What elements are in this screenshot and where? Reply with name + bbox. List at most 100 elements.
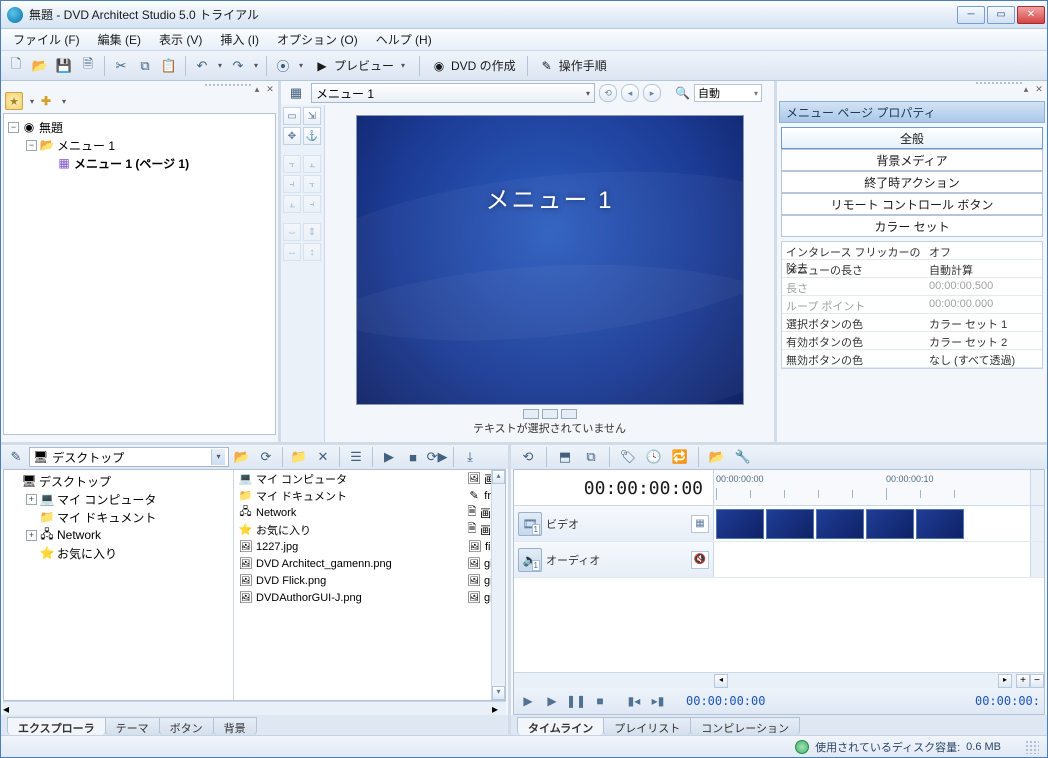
ex-stop-icon[interactable]: ■ <box>402 446 424 468</box>
tl-chapter-icon[interactable]: 🏷 <box>617 446 639 468</box>
align-bot-icon[interactable]: ⫞ <box>303 195 321 213</box>
explorer-tree-item[interactable]: +🖧Network <box>4 526 233 544</box>
refresh-icon[interactable]: ⟳ <box>255 446 277 468</box>
track-toggle-icon[interactable]: ▦ <box>691 515 709 533</box>
zoom-select[interactable]: 自動▾ <box>694 84 762 102</box>
scroll-right-icon[interactable]: ▸ <box>492 702 506 715</box>
video-track[interactable]: 🎞1 ビデオ ▦ <box>514 506 1044 542</box>
tree-root[interactable]: 無題 <box>39 119 63 136</box>
prop-tab-endaction[interactable]: 終了時アクション <box>781 171 1043 193</box>
nav-next-icon[interactable]: ▸ <box>643 84 661 102</box>
delete-icon[interactable]: ✕ <box>312 446 334 468</box>
size-tool-icon[interactable]: ⇲ <box>303 107 321 125</box>
menu-insert[interactable]: 挿入 (I) <box>212 29 267 50</box>
explorer-hscroll[interactable]: ◂ ▸ <box>3 701 506 715</box>
prop-val[interactable]: なし (すべて透過) <box>925 350 1042 367</box>
chevron-down-icon[interactable]: ▾ <box>586 89 590 98</box>
stop-icon[interactable]: ■ <box>590 692 610 710</box>
prev-icon[interactable]: ▮◂ <box>624 692 644 710</box>
prop-val[interactable]: 自動計算 <box>925 260 1042 277</box>
tree-expand-icon[interactable]: − <box>26 140 37 151</box>
tree-menu1[interactable]: メニュー 1 <box>57 137 115 154</box>
new-icon[interactable]: 🗋 <box>5 55 27 77</box>
zoom-out-icon[interactable]: − <box>1030 674 1044 688</box>
explorer-list[interactable]: 💻マイ コンピュータ📁マイ ドキュメント🖧Network⭐お気に入り🖼1227.… <box>234 470 505 700</box>
timeline-ruler[interactable]: 00:00:00:00 00:00:00:10 <box>714 470 1030 505</box>
tl-clock-icon[interactable]: 🕓 <box>643 446 665 468</box>
same-h-icon[interactable]: ↕ <box>303 243 321 261</box>
tl-marker-icon[interactable]: ⬒ <box>554 446 576 468</box>
tree-expand-icon[interactable]: + <box>26 494 37 505</box>
tab-playlist[interactable]: プレイリスト <box>603 717 691 735</box>
project-tree[interactable]: − ◉ 無題 − 📂 メニュー 1 ▦ メニュー 1 (ページ 1) <box>3 113 276 435</box>
scroll-down-icon[interactable]: ▾ <box>492 686 505 700</box>
slide-handle[interactable] <box>561 409 577 419</box>
list-item[interactable]: 🖼1227.jpg <box>234 538 463 555</box>
timeline-vscroll[interactable] <box>1030 470 1044 505</box>
nav-tool-icon[interactable]: ✥ <box>283 127 301 145</box>
tab-explorer[interactable]: エクスプローラ <box>7 717 106 735</box>
explorer-tree-item[interactable]: ⭐お気に入り <box>4 544 233 562</box>
nav-up-icon[interactable]: ⟲ <box>599 84 617 102</box>
nav-prev-icon[interactable]: ◂ <box>621 84 639 102</box>
menu-view[interactable]: 表示 (V) <box>151 29 210 50</box>
list-item[interactable]: ⭐お気に入り <box>234 521 463 538</box>
align-left-icon[interactable]: ⫟ <box>283 155 301 173</box>
prop-val[interactable]: カラー セット 2 <box>925 332 1042 349</box>
mute-icon[interactable]: 🔇 <box>691 551 709 569</box>
tab-compilation[interactable]: コンピレーション <box>690 717 800 735</box>
pane-maximize-icon[interactable]: ▴ <box>1020 83 1032 95</box>
scroll-right-icon[interactable]: ▸ <box>998 674 1012 688</box>
pane-maximize-icon[interactable]: ▴ <box>251 83 263 95</box>
up-folder-icon[interactable]: 📂 <box>231 446 253 468</box>
select-tool-icon[interactable]: ▭ <box>283 107 301 125</box>
explorer-path[interactable]: 🖥 デスクトップ ▾ <box>29 447 229 467</box>
tab-background[interactable]: 背景 <box>213 717 257 735</box>
same-w-icon[interactable]: ↔ <box>283 243 301 261</box>
anchor-tool-icon[interactable]: ⚓ <box>303 127 321 145</box>
video-clip[interactable] <box>714 509 966 539</box>
redo-dropdown[interactable]: ▾ <box>251 61 261 70</box>
breadcrumb[interactable]: メニュー 1 ▾ <box>311 83 595 103</box>
tl-snap-icon[interactable]: ⟲ <box>517 446 539 468</box>
tl-open-icon[interactable]: 📂 <box>706 446 728 468</box>
list-item[interactable]: 🖼fi <box>463 538 491 555</box>
audio-track[interactable]: 🔈1 オーディオ 🔇 <box>514 542 1044 578</box>
external-preview-dropdown[interactable]: ▾ <box>296 61 306 70</box>
align-right-icon[interactable]: ⫞ <box>283 175 301 193</box>
preview-tool-icon[interactable]: ▦ <box>285 82 307 104</box>
menu-edit[interactable]: 編集 (E) <box>90 29 149 50</box>
resize-grip[interactable] <box>1025 740 1039 754</box>
menu-options[interactable]: オプション (O) <box>269 29 366 50</box>
properties-icon[interactable]: 🗎 <box>77 55 99 77</box>
chevron-down-icon[interactable]: ▾ <box>211 449 225 465</box>
make-dvd-button[interactable]: ◉ DVD の作成 <box>425 55 522 77</box>
explorer-tree[interactable]: 🖥デスクトップ+💻マイ コンピュータ📁マイ ドキュメント+🖧Network⭐お気… <box>4 470 234 700</box>
explorer-tree-item[interactable]: 🖥デスクトップ <box>4 472 233 490</box>
new-folder-icon[interactable]: 📁 <box>288 446 310 468</box>
tree-expand-icon[interactable]: + <box>26 530 37 541</box>
preview-dropdown[interactable]: ▾ <box>398 61 408 70</box>
tl-loop-icon[interactable]: 🔁 <box>669 446 691 468</box>
play-from-start-icon[interactable]: ▶ <box>542 692 562 710</box>
dist-v-icon[interactable]: ⇕ <box>303 223 321 241</box>
favorite-dropdown[interactable]: ▾ <box>27 97 37 106</box>
undo-dropdown[interactable]: ▾ <box>215 61 225 70</box>
copy-icon[interactable]: ⧉ <box>134 55 156 77</box>
scroll-left-icon[interactable]: ◂ <box>3 702 17 715</box>
list-item[interactable]: 🖼gi <box>463 572 491 589</box>
prop-val[interactable]: オフ <box>925 242 1042 259</box>
dist-h-icon[interactable]: ⇔ <box>283 223 301 241</box>
scroll-up-icon[interactable]: ▴ <box>492 470 505 484</box>
preview-button[interactable]: ▶ プレビュー ▾ <box>308 55 414 77</box>
list-item[interactable]: 🖼DVD Architect_gamenn.png <box>234 555 463 572</box>
pause-icon[interactable]: ❚❚ <box>566 692 586 710</box>
guide-button[interactable]: ✎ 操作手順 <box>533 55 613 77</box>
menu-help[interactable]: ヘルプ (H) <box>368 29 440 50</box>
prop-tab-remote[interactable]: リモート コントロール ボタン <box>781 193 1043 215</box>
explorer-tree-item[interactable]: +💻マイ コンピュータ <box>4 490 233 508</box>
list-item[interactable]: 🖼gi <box>463 555 491 572</box>
redo-icon[interactable]: ↷ <box>227 55 249 77</box>
prop-val[interactable]: カラー セット 1 <box>925 314 1042 331</box>
align-mid-icon[interactable]: ⫠ <box>283 195 301 213</box>
